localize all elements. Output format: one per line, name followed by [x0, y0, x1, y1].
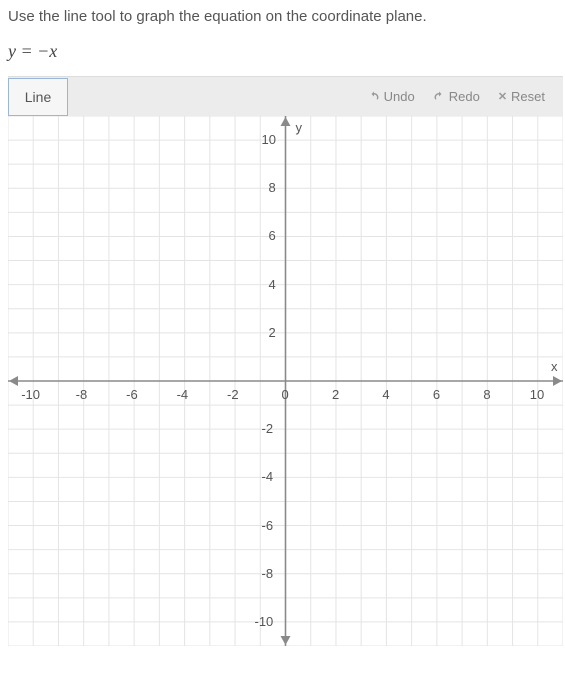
equation-eq: = [16, 41, 37, 61]
y-tick-label: 2 [269, 325, 276, 340]
y-tick-label: 10 [262, 132, 276, 147]
x-tick-label: 4 [382, 387, 389, 402]
x-tick-label: 10 [530, 387, 544, 402]
line-tool-label: Line [25, 89, 51, 105]
undo-icon [368, 91, 380, 103]
undo-button[interactable]: Undo [368, 89, 415, 104]
line-tool-button[interactable]: Line [8, 78, 68, 116]
x-tick-label: -10 [21, 387, 40, 402]
x-tick-label: -2 [227, 387, 239, 402]
x-tick-label: 2 [332, 387, 339, 402]
redo-label: Redo [449, 89, 480, 104]
instruction-text: Use the line tool to graph the equation … [8, 8, 565, 25]
x-tick-label: -4 [177, 387, 189, 402]
y-tick-label: -2 [262, 421, 274, 436]
x-tick-label: -6 [126, 387, 138, 402]
y-tick-label: -6 [262, 518, 274, 533]
y-tick-label: -4 [262, 469, 274, 484]
redo-button[interactable]: Redo [433, 89, 480, 104]
x-axis-label: x [551, 359, 558, 374]
reset-button[interactable]: ✕ Reset [498, 89, 545, 104]
graph-grid [8, 116, 563, 646]
close-icon: ✕ [498, 90, 507, 103]
y-tick-label: -10 [255, 614, 274, 629]
equation: y = −x [8, 41, 565, 62]
equation-rhs: −x [37, 41, 57, 61]
y-tick-label: 8 [269, 180, 276, 195]
equation-lhs: y [8, 41, 16, 61]
coordinate-plane[interactable]: -10 -8 -6 -4 -2 0 2 4 6 8 10 -10 -8 -6 -4 -2 2 4 6 8 10 y x [8, 116, 563, 646]
undo-label: Undo [384, 89, 415, 104]
x-tick-label: 8 [483, 387, 490, 402]
y-axis-label: y [296, 120, 303, 135]
redo-icon [433, 91, 445, 103]
toolbar: Line Undo Redo ✕ Reset [8, 76, 563, 116]
y-tick-label: -8 [262, 566, 274, 581]
x-tick-label: 0 [282, 387, 289, 402]
y-tick-label: 4 [269, 277, 276, 292]
reset-label: Reset [511, 89, 545, 104]
x-tick-label: -8 [76, 387, 88, 402]
y-tick-label: 6 [269, 228, 276, 243]
x-tick-label: 6 [433, 387, 440, 402]
